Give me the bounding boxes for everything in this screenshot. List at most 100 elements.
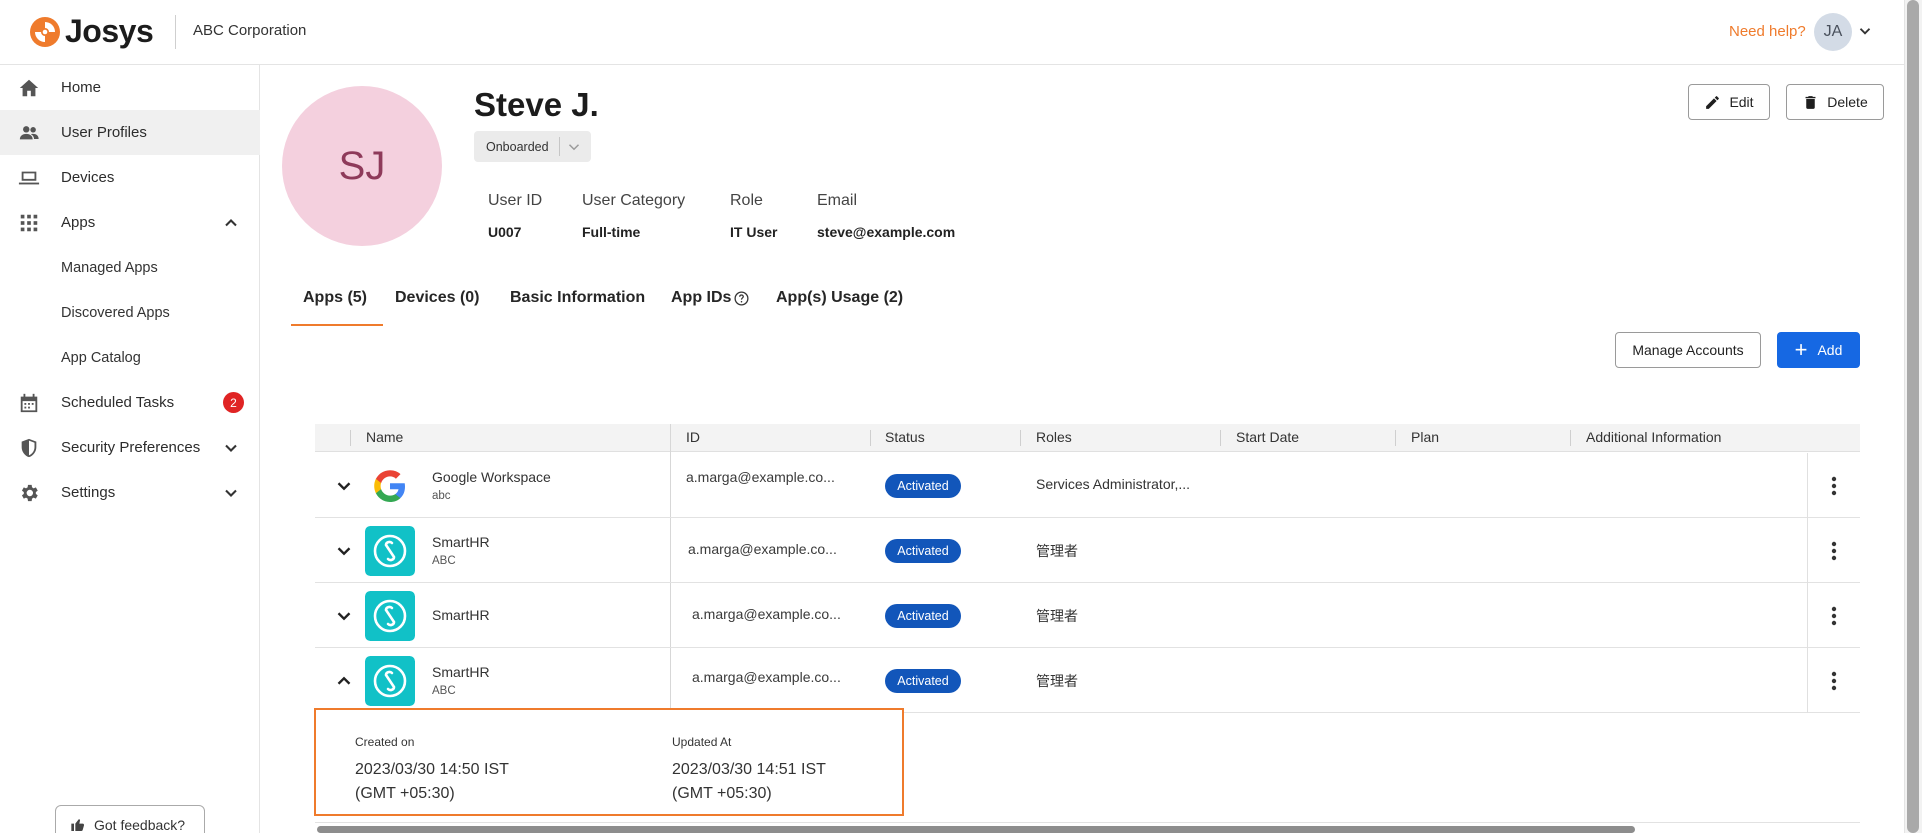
info-email: Email steve@example.com bbox=[817, 192, 955, 240]
sidebar-item-label: Apps bbox=[61, 214, 96, 231]
chevron-down-icon[interactable] bbox=[1856, 22, 1874, 40]
sidebar-item-label: Scheduled Tasks bbox=[61, 394, 175, 411]
actions-divider bbox=[1807, 583, 1808, 648]
josys-logo-icon bbox=[30, 16, 60, 47]
horizontal-scrollbar[interactable] bbox=[317, 826, 1635, 833]
sidebar-item-home[interactable]: Home bbox=[0, 65, 260, 110]
app-name[interactable]: Google Workspace bbox=[432, 469, 551, 485]
tab-app-usage[interactable]: App(s) Usage (2) bbox=[776, 289, 903, 307]
chevron-down-icon[interactable] bbox=[221, 438, 241, 458]
sidebar-item-discovered-apps[interactable]: Discovered Apps bbox=[0, 290, 260, 335]
more-vertical-icon[interactable] bbox=[1828, 670, 1840, 692]
brand-name: Josys bbox=[65, 13, 154, 49]
sidebar-item-devices[interactable]: Devices bbox=[0, 155, 260, 200]
account-id: a.marga@example.co... bbox=[688, 541, 837, 557]
sidebar-item-label: Security Preferences bbox=[61, 439, 201, 456]
tab-devices[interactable]: Devices (0) bbox=[395, 289, 480, 307]
expanded-row-details: Created on 2023/03/30 14:50 IST (GMT +05… bbox=[314, 708, 904, 816]
app-instance: abc bbox=[432, 490, 451, 502]
column-header-status[interactable]: Status bbox=[885, 429, 925, 445]
info-label: Role bbox=[730, 192, 763, 209]
table-row[interactable]: SmartHR ABC a.marga@example.co... Activa… bbox=[315, 518, 1860, 583]
column-separator bbox=[1020, 430, 1021, 446]
profile-name: Steve J. bbox=[474, 86, 599, 123]
feedback-button[interactable]: Got feedback? bbox=[55, 805, 205, 833]
sidebar-item-label: User Profiles bbox=[61, 124, 147, 141]
tab-label: App IDs bbox=[671, 289, 732, 306]
updated-at-value: 2023/03/30 14:51 IST (GMT +05:30) bbox=[672, 758, 826, 806]
add-button[interactable]: + Add bbox=[1777, 332, 1860, 368]
delete-button[interactable]: Delete bbox=[1786, 84, 1884, 120]
more-vertical-icon[interactable] bbox=[1828, 540, 1840, 562]
sidebar-item-label: Settings bbox=[61, 484, 116, 501]
table-row[interactable]: Google Workspace abc a.marga@example.co.… bbox=[315, 453, 1860, 518]
chevron-up-icon[interactable] bbox=[221, 213, 241, 233]
chevron-down-icon[interactable] bbox=[333, 605, 355, 627]
sidebar-item-label: Discovered Apps bbox=[61, 304, 170, 321]
sidebar-item-label: Devices bbox=[61, 169, 115, 186]
table-row[interactable]: SmartHR a.marga@example.co... Activated … bbox=[315, 583, 1860, 648]
more-vertical-icon[interactable] bbox=[1828, 605, 1840, 627]
created-on-timezone: (GMT +05:30) bbox=[355, 785, 455, 802]
need-help-link[interactable]: Need help? bbox=[1729, 23, 1806, 40]
status-value: Onboarded bbox=[486, 139, 549, 154]
roles-value: Services Administrator,... bbox=[1036, 476, 1191, 492]
column-header-id[interactable]: ID bbox=[686, 429, 700, 445]
chevron-up-icon[interactable] bbox=[333, 670, 355, 692]
chevron-down-icon[interactable] bbox=[333, 540, 355, 562]
edit-button[interactable]: Edit bbox=[1688, 84, 1770, 120]
chevron-down-icon bbox=[568, 144, 580, 151]
app-instance: ABC bbox=[432, 685, 456, 697]
table-bottom-border bbox=[315, 822, 1860, 823]
more-vertical-icon[interactable] bbox=[1828, 475, 1840, 497]
status-dropdown[interactable]: Onboarded bbox=[474, 131, 591, 162]
status-separator bbox=[559, 137, 560, 156]
tab-app-ids[interactable]: App IDs bbox=[671, 289, 750, 307]
sidebar-item-scheduled-tasks[interactable]: Scheduled Tasks 2 bbox=[0, 380, 260, 425]
table-row-expanded[interactable]: SmartHR ABC a.marga@example.co... Activa… bbox=[315, 648, 1860, 713]
column-separator bbox=[1220, 430, 1221, 446]
manage-accounts-button[interactable]: Manage Accounts bbox=[1615, 332, 1761, 368]
info-user-category: User Category Full-time bbox=[582, 192, 685, 240]
column-header-plan[interactable]: Plan bbox=[1411, 429, 1439, 445]
smarthr-logo-icon bbox=[365, 526, 415, 576]
sidebar-item-settings[interactable]: Settings bbox=[0, 470, 260, 515]
info-user-id: User ID U007 bbox=[488, 192, 542, 240]
josys-logo[interactable]: Josys bbox=[29, 13, 154, 50]
vertical-scrollbar[interactable] bbox=[1907, 0, 1919, 833]
user-avatar[interactable]: JA bbox=[1814, 13, 1852, 51]
gear-icon bbox=[17, 481, 41, 505]
sidebar-item-app-catalog[interactable]: App Catalog bbox=[0, 335, 260, 380]
sidebar-item-managed-apps[interactable]: Managed Apps bbox=[0, 245, 260, 290]
app-name[interactable]: SmartHR bbox=[432, 534, 490, 550]
plus-icon: + bbox=[1794, 337, 1808, 362]
actions-divider bbox=[1807, 648, 1808, 713]
sidebar-item-security-preferences[interactable]: Security Preferences bbox=[0, 425, 260, 470]
created-on-datetime: 2023/03/30 14:50 IST bbox=[355, 761, 509, 778]
organization-name: ABC Corporation bbox=[193, 22, 307, 39]
smarthr-logo-icon bbox=[365, 656, 415, 706]
tab-apps[interactable]: Apps (5) bbox=[303, 289, 367, 307]
app-name[interactable]: SmartHR bbox=[432, 664, 490, 680]
column-header-name[interactable]: Name bbox=[366, 429, 403, 445]
notification-badge: 2 bbox=[223, 392, 244, 413]
status-badge: Activated bbox=[885, 604, 961, 628]
app-name[interactable]: SmartHR bbox=[432, 607, 490, 623]
trash-icon bbox=[1805, 95, 1816, 109]
sidebar-item-apps[interactable]: Apps bbox=[0, 200, 260, 245]
pencil-icon bbox=[1706, 95, 1720, 109]
column-header-start-date[interactable]: Start Date bbox=[1236, 429, 1299, 445]
column-header-roles[interactable]: Roles bbox=[1036, 429, 1072, 445]
help-circle-icon[interactable] bbox=[733, 290, 750, 307]
calendar-icon bbox=[17, 391, 41, 415]
info-value: steve@example.com bbox=[817, 224, 956, 240]
tab-basic-information[interactable]: Basic Information bbox=[510, 289, 645, 307]
chevron-down-icon[interactable] bbox=[333, 475, 355, 497]
feedback-label: Got feedback? bbox=[94, 817, 186, 833]
sidebar-item-user-profiles[interactable]: User Profiles bbox=[0, 110, 260, 155]
info-label: Email bbox=[817, 192, 858, 209]
chevron-down-icon[interactable] bbox=[221, 483, 241, 503]
column-header-additional-information[interactable]: Additional Information bbox=[1586, 429, 1721, 445]
top-bar: Josys ABC Corporation Need help? JA bbox=[0, 0, 1904, 65]
app-instance: ABC bbox=[432, 555, 456, 567]
